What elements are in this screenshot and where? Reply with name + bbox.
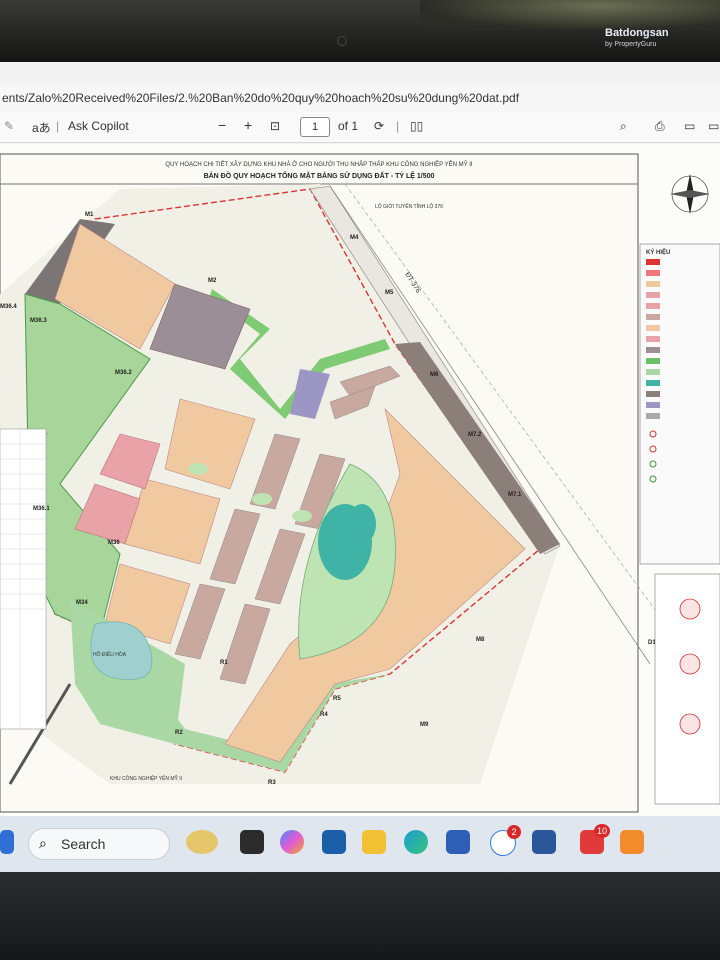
divider: | xyxy=(396,119,400,133)
marker-m72: M7.2 xyxy=(468,432,482,438)
marker-m361: M36.1 xyxy=(33,506,50,512)
klarna-icon[interactable] xyxy=(322,830,346,854)
marker-m8: M8 xyxy=(476,637,485,643)
divider: | xyxy=(56,119,60,133)
official-stamp-1 xyxy=(679,598,701,620)
save-icon[interactable]: ▭ xyxy=(684,119,695,133)
laptop-bezel-top: Batdongsan by PropertyGuru xyxy=(0,0,720,62)
print-icon[interactable]: ⎙ xyxy=(655,119,665,134)
windows-taskbar: ⌕ Search 2 10 xyxy=(0,816,720,872)
marker-m34: M34 xyxy=(76,600,88,606)
webcam xyxy=(337,36,347,46)
address-url[interactable]: ents/Zalo%20Received%20Files/2.%20Ban%20… xyxy=(2,91,519,105)
pdf-toolbar: ✎ aあ | Ask Copilot − + ⊡ 1 of 1 ⟳ | ▯▯ ⌕… xyxy=(0,112,720,143)
address-bar[interactable]: ents/Zalo%20Received%20Files/2.%20Ban%20… xyxy=(0,84,720,113)
land-use-map: QUY HOẠCH CHI TIẾT XÂY DỰNG KHU NHÀ Ở CH… xyxy=(0,153,720,813)
two-page-view-icon[interactable]: ▯▯ xyxy=(410,119,423,133)
marker-r2: R2 xyxy=(175,730,183,736)
zalo-icon[interactable]: 2 xyxy=(490,825,521,856)
microsoft-store-icon[interactable] xyxy=(446,830,470,854)
start-icon[interactable] xyxy=(0,830,14,854)
road-label: LỘ GIỚI TUYẾN TỈNH LỘ 376 xyxy=(375,203,443,210)
copilot-icon[interactable] xyxy=(280,830,304,854)
marker-m362: M36.2 xyxy=(115,370,132,376)
page-total: of 1 xyxy=(338,119,359,133)
map-header-line1: QUY HOẠCH CHI TIẾT XÂY DỰNG KHU NHÀ Ở CH… xyxy=(165,160,472,168)
marker-r1: R1 xyxy=(220,660,228,666)
widgets-icon[interactable] xyxy=(186,830,218,854)
watermark-brand: Batdongsan xyxy=(605,27,669,39)
marker-r3: R3 xyxy=(268,780,276,786)
legend-title: KÝ HIỆU xyxy=(646,248,670,256)
watermark: Batdongsan by PropertyGuru xyxy=(605,28,669,50)
edge-icon[interactable] xyxy=(404,830,428,854)
pdf-document[interactable]: QUY HOẠCH CHI TIẾT XÂY DỰNG KHU NHÀ Ở CH… xyxy=(0,144,720,816)
more-icon[interactable]: ▭ xyxy=(708,119,719,133)
health-icon[interactable]: 10 xyxy=(580,824,610,854)
marker-m364: M36.4 xyxy=(0,304,17,310)
marker-m9: M9 xyxy=(420,722,429,728)
search-icon[interactable]: ⌕ xyxy=(620,119,627,134)
file-explorer-icon[interactable] xyxy=(362,830,386,854)
zoom-in-button[interactable]: + xyxy=(244,117,252,133)
fit-page-icon[interactable]: ⊡ xyxy=(270,119,280,133)
zoom-out-button[interactable]: − xyxy=(218,117,226,133)
marker-m5: M5 xyxy=(385,290,394,296)
search-label: Search xyxy=(61,836,106,852)
official-stamp-3 xyxy=(679,713,701,735)
zalo-badge: 2 xyxy=(507,825,521,839)
official-stamp-2 xyxy=(679,653,701,675)
marker-m2: M2 xyxy=(208,278,217,284)
read-aloud-button[interactable]: aあ xyxy=(32,119,51,136)
marker-m4: M4 xyxy=(350,235,359,241)
anydo-icon[interactable] xyxy=(620,830,644,854)
rotate-icon[interactable]: ⟳ xyxy=(374,119,384,133)
marker-r4: R4 xyxy=(320,712,328,718)
marker-m36: M36 xyxy=(108,540,120,546)
taskbar-search[interactable]: ⌕ Search xyxy=(28,828,170,860)
laptop-bezel-bottom xyxy=(0,872,720,960)
north-arrow xyxy=(670,174,710,214)
bottom-area-label: KHU CÔNG NGHIỆP YÊN MỸ II xyxy=(110,774,182,782)
background-plant xyxy=(420,0,720,30)
screen: ents/Zalo%20Received%20Files/2.%20Ban%20… xyxy=(0,62,720,872)
draw-icon[interactable]: ✎ xyxy=(4,119,14,133)
central-pond-lobe xyxy=(348,504,376,544)
green-plot-2 xyxy=(252,493,272,505)
word-icon[interactable] xyxy=(532,830,556,854)
health-badge: 10 xyxy=(594,824,610,838)
marker-r5: R5 xyxy=(333,696,341,702)
marker-m363: M36.3 xyxy=(30,318,47,324)
ask-copilot-button[interactable]: Ask Copilot xyxy=(68,119,129,133)
green-plot-3 xyxy=(292,510,312,522)
lake-label: HỒ ĐIỀU HÒA xyxy=(93,651,127,658)
search-icon: ⌕ xyxy=(39,835,47,851)
watermark-sub: by PropertyGuru xyxy=(605,41,657,48)
page-number-input[interactable]: 1 xyxy=(300,117,330,137)
marker-m1: M1 xyxy=(85,212,94,218)
task-view-icon[interactable] xyxy=(240,830,264,854)
marker-m71: M7.1 xyxy=(508,492,522,498)
green-plot-1 xyxy=(188,463,208,475)
marker-m6: M6 xyxy=(430,372,439,378)
